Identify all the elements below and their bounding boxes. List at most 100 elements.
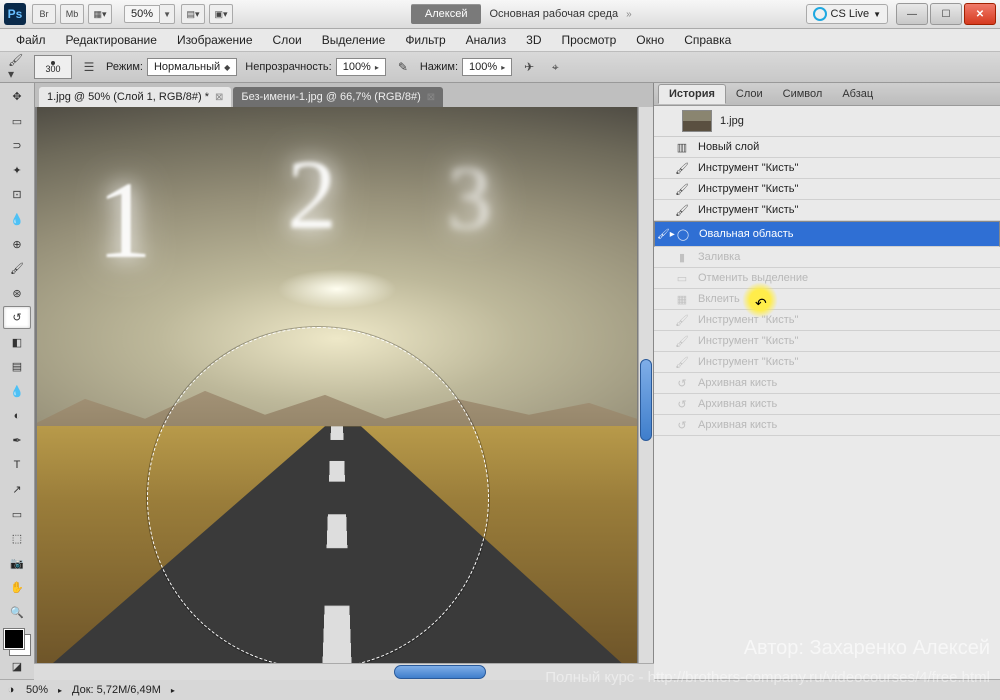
history-step[interactable]: ▦Вклеить [654, 289, 1000, 310]
brush-preview[interactable]: 300 [34, 55, 72, 79]
opacity-input[interactable]: 100% ▸ [336, 58, 386, 76]
tool-type[interactable]: T [3, 453, 31, 477]
elliptical-marquee[interactable] [147, 327, 489, 669]
menu-анализ[interactable]: Анализ [456, 30, 517, 50]
history-step[interactable]: ▥Новый слой [654, 137, 1000, 158]
canvas-viewport[interactable]: 1 2 3 [35, 107, 653, 679]
cursor-icon: ↶ [755, 295, 767, 312]
tool-gradient[interactable]: ▤ [3, 355, 31, 379]
fg-color-swatch[interactable] [4, 629, 24, 649]
close-tab-icon[interactable]: ⊠ [215, 92, 223, 103]
tool-3dcam[interactable]: 📷 [3, 551, 31, 575]
menu-выделение[interactable]: Выделение [312, 30, 396, 50]
body: ✥▭⊃✦⊡💧⊕🖌⊛↺◧▤💧◐✒T↗▭⬚📷✋🔍◪ 1.jpg @ 50% (Сло… [0, 83, 1000, 679]
tool-shape[interactable]: ▭ [3, 502, 31, 526]
pressure-size-button[interactable]: ⌖ [546, 58, 564, 76]
menu-слои[interactable]: Слои [263, 30, 312, 50]
history-snapshot[interactable]: 1.jpg [654, 106, 1000, 137]
history-step[interactable]: ▭Отменить выделение [654, 268, 1000, 289]
panel-tab-История[interactable]: История [658, 84, 726, 104]
status-zoom[interactable]: 50% [26, 684, 48, 696]
user-button[interactable]: Алексей [411, 4, 482, 24]
history-step[interactable]: 🖌▸◯Овальная область [654, 221, 1000, 247]
pressure-opacity-button[interactable]: ✎ [394, 58, 412, 76]
blend-mode-select[interactable]: Нормальный ◆ [147, 58, 237, 76]
airbrush-button[interactable]: ✈ [520, 58, 538, 76]
menu-просмотр[interactable]: Просмотр [551, 30, 626, 50]
color-swatches[interactable] [4, 629, 30, 654]
menu-3d[interactable]: 3D [516, 30, 551, 50]
history-step[interactable]: ▮Заливка [654, 247, 1000, 268]
horizontal-scrollbar[interactable] [34, 663, 654, 680]
document-tab[interactable]: Без-имени-1.jpg @ 66,7% (RGB/8#)⊠ [233, 87, 443, 107]
tool-move[interactable]: ✥ [3, 85, 31, 109]
history-panel[interactable]: 1.jpg ▥Новый слой🖌Инструмент "Кисть"🖌Инс… [654, 106, 1000, 679]
history-step[interactable]: 🖌Инструмент "Кисть" [654, 352, 1000, 373]
close-tab-icon[interactable]: ⊠ [427, 92, 435, 103]
minibridge-button[interactable]: Mb [60, 4, 84, 24]
minimize-button[interactable]: — [896, 3, 928, 25]
canvas[interactable]: 1 2 3 [37, 107, 637, 677]
tool-3d[interactable]: ⬚ [3, 527, 31, 551]
menu-изображение[interactable]: Изображение [167, 30, 263, 50]
tool-marquee[interactable]: ▭ [3, 110, 31, 134]
tool-hand[interactable]: ✋ [3, 576, 31, 600]
zoom-level[interactable]: 50% [124, 5, 160, 23]
panel-tab-Слои[interactable]: Слои [726, 85, 773, 103]
bridge-button[interactable]: Br [32, 4, 56, 24]
document-tab[interactable]: 1.jpg @ 50% (Слой 1, RGB/8#) *⊠ [39, 87, 231, 107]
history-step[interactable]: 🖌Инструмент "Кисть" [654, 158, 1000, 179]
tool-pen[interactable]: ✒ [3, 429, 31, 453]
tool-blur[interactable]: 💧 [3, 380, 31, 404]
history-step-label: Овальная область [699, 228, 793, 240]
tool-zoom[interactable]: 🔍 [3, 600, 31, 624]
tool-heal[interactable]: ⊕ [3, 232, 31, 256]
brush-icon: 🖌 [674, 314, 690, 327]
tool-lasso[interactable]: ⊃ [3, 134, 31, 158]
vertical-scrollbar[interactable] [638, 107, 653, 679]
tool-brush[interactable]: 🖌 [3, 257, 31, 281]
view-extras-button[interactable]: ▦▾ [88, 4, 112, 24]
brush-icon: 🖌 [674, 162, 690, 175]
workspace-more-icon[interactable]: » [626, 9, 632, 20]
arrange-docs-button[interactable]: ▤▾ [181, 4, 205, 24]
painted-numeral-1: 1 [97, 157, 152, 284]
history-step[interactable]: 🖌Инструмент "Кисть" [654, 179, 1000, 200]
hist-icon: ↺ [674, 419, 690, 432]
tool-preset-icon[interactable]: 🖌▾ [8, 58, 26, 76]
cslive-button[interactable]: CS Live ▼ [806, 4, 888, 24]
tool-path[interactable]: ↗ [3, 478, 31, 502]
tool-eraser[interactable]: ◧ [3, 330, 31, 354]
menu-файл[interactable]: Файл [6, 30, 56, 50]
tool-crop[interactable]: ⊡ [3, 183, 31, 207]
tool-stamp[interactable]: ⊛ [3, 281, 31, 305]
zoom-dropdown-icon[interactable]: ▼ [160, 4, 175, 24]
menu-фильтр[interactable]: Фильтр [395, 30, 455, 50]
menu-справка[interactable]: Справка [674, 30, 741, 50]
tool-wand[interactable]: ✦ [3, 159, 31, 183]
close-button[interactable]: ✕ [964, 3, 996, 25]
menu-редактирование[interactable]: Редактирование [56, 30, 167, 50]
screen-mode-button[interactable]: ▣▾ [209, 4, 233, 24]
tool-dodge[interactable]: ◐ [3, 404, 31, 428]
tool-eyedrop[interactable]: 💧 [3, 208, 31, 232]
horizontal-scroll-thumb[interactable] [394, 665, 486, 679]
maximize-button[interactable]: ☐ [930, 3, 962, 25]
history-step[interactable]: 🖌Инструмент "Кисть" [654, 331, 1000, 352]
vertical-scroll-thumb[interactable] [640, 359, 652, 441]
flow-input[interactable]: 100% ▸ [462, 58, 512, 76]
history-step[interactable]: ↺Архивная кисть [654, 394, 1000, 415]
panel-tab-Абзац[interactable]: Абзац [832, 85, 883, 103]
brush-panel-button[interactable]: ☰ [80, 58, 98, 76]
tool-history-brush[interactable]: ↺ [3, 306, 31, 330]
history-step[interactable]: ↺Архивная кисть [654, 415, 1000, 436]
history-step[interactable]: 🖌Инструмент "Кисть" [654, 200, 1000, 221]
history-step[interactable]: ↺Архивная кисть [654, 373, 1000, 394]
app-logo-icon: Ps [4, 3, 26, 25]
panel-tab-Символ[interactable]: Символ [773, 85, 833, 103]
quickmask-button[interactable]: ◪ [3, 655, 31, 679]
workspace-label[interactable]: Основная рабочая среда [489, 8, 618, 20]
menu-окно[interactable]: Окно [626, 30, 674, 50]
history-step[interactable]: 🖌Инструмент "Кисть" [654, 310, 1000, 331]
blend-mode-label: Режим: [106, 61, 143, 73]
